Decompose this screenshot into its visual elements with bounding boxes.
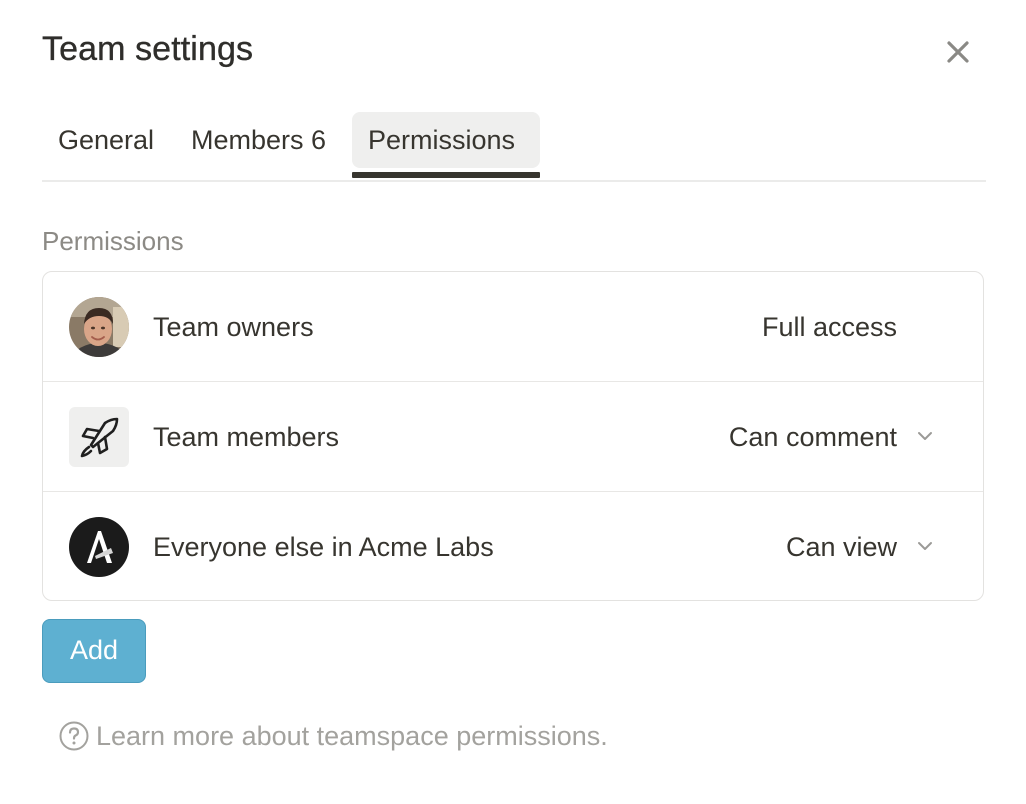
access-level-dropdown[interactable]: Can comment [729, 382, 897, 492]
chevron-down-icon[interactable] [915, 428, 935, 444]
permission-row-label: Team members [153, 422, 340, 452]
close-icon [947, 41, 969, 63]
user-avatar [69, 297, 129, 357]
add-button[interactable]: Add [42, 619, 146, 683]
permission-row-team-owners: Team owners Full access [43, 272, 983, 382]
tab-members[interactable]: Members 6 [175, 112, 342, 168]
section-heading-permissions: Permissions [42, 226, 184, 256]
tab-permissions[interactable]: Permissions [352, 112, 540, 168]
chevron-down-icon[interactable] [915, 538, 935, 554]
tab-bar: General Members 6 Permissions [42, 112, 986, 182]
active-tab-indicator [352, 172, 540, 178]
permission-row-label: Everyone else in Acme Labs [153, 532, 494, 562]
question-circle-icon [59, 721, 89, 751]
tab-general[interactable]: General [42, 112, 170, 168]
permissions-list: Team owners Full access Team members Can… [42, 271, 984, 601]
permission-row-everyone-else: Everyone else in Acme Labs Can view [43, 492, 983, 600]
team-settings-dialog: Team settings General Members 6 Permissi… [0, 0, 1026, 804]
access-level-dropdown[interactable]: Can view [786, 492, 897, 600]
permission-row-label: Team owners [153, 312, 314, 342]
rocket-icon [69, 407, 129, 467]
access-level: Full access [761, 312, 897, 342]
close-button[interactable] [938, 32, 978, 72]
dialog-title: Team settings [42, 30, 254, 68]
help-link-text[interactable]: Learn more about teamspace permissions. [96, 718, 608, 754]
workspace-logo [69, 517, 129, 577]
permission-row-team-members: Team members Can comment [43, 382, 983, 492]
